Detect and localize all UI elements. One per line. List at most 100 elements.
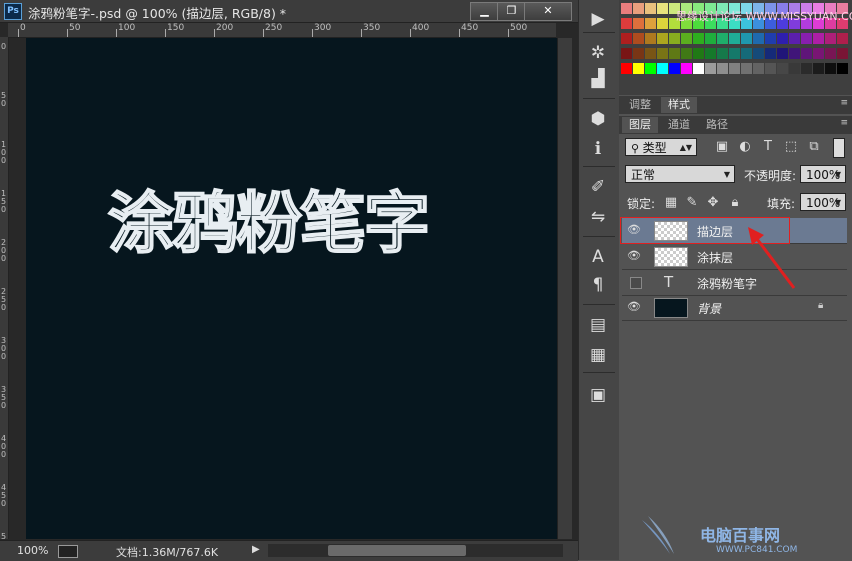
horizontal-scrollbar[interactable] xyxy=(268,544,563,557)
color-swatch[interactable] xyxy=(693,63,704,74)
color-swatch[interactable] xyxy=(825,33,836,44)
color-swatch[interactable] xyxy=(729,48,740,59)
color-swatch[interactable] xyxy=(765,48,776,59)
color-swatch[interactable] xyxy=(837,33,848,44)
color-swatch[interactable] xyxy=(705,63,716,74)
color-swatch[interactable] xyxy=(681,33,692,44)
smart-object-filter-icon[interactable]: ⧉ xyxy=(806,139,822,155)
color-swatch[interactable] xyxy=(825,48,836,59)
adjustment-filter-icon[interactable]: ◐ xyxy=(737,139,753,155)
color-swatch[interactable] xyxy=(777,63,788,74)
color-swatch[interactable] xyxy=(669,63,680,74)
vertical-ruler[interactable]: 050100150200250300350400450500 xyxy=(0,37,9,539)
color-swatch[interactable] xyxy=(621,33,632,44)
color-swatch[interactable] xyxy=(657,3,668,14)
color-swatch[interactable] xyxy=(657,63,668,74)
canvas[interactable] xyxy=(26,38,557,539)
color-swatch[interactable] xyxy=(669,33,680,44)
properties-icon[interactable]: ▤ xyxy=(587,314,609,336)
color-swatch[interactable] xyxy=(657,18,668,29)
color-swatch[interactable] xyxy=(717,33,728,44)
visibility-eye-icon[interactable]: 👁︎ xyxy=(627,300,641,314)
layer-row-smudge[interactable]: 👁︎ 涂抹层 xyxy=(622,244,847,270)
layer-row-background[interactable]: 👁︎ 背景 🔒︎ xyxy=(622,295,847,321)
color-swatch[interactable] xyxy=(801,63,812,74)
tab-layers[interactable]: 图层 xyxy=(622,117,658,133)
shape-filter-icon[interactable]: ⬚ xyxy=(783,139,799,155)
notes-icon[interactable]: ▦ xyxy=(587,344,609,366)
color-swatch[interactable] xyxy=(633,63,644,74)
color-swatch[interactable] xyxy=(621,63,632,74)
color-swatch[interactable] xyxy=(801,33,812,44)
tab-adjustments[interactable]: 调整 xyxy=(622,97,658,113)
color-swatch[interactable] xyxy=(741,33,752,44)
lock-position-icon[interactable]: ✥ xyxy=(705,195,721,211)
visibility-toggle-off[interactable] xyxy=(630,277,642,289)
panel-menu-icon[interactable]: ≡ xyxy=(840,98,848,108)
color-swatch[interactable] xyxy=(633,48,644,59)
color-swatch[interactable] xyxy=(765,33,776,44)
color-swatch[interactable] xyxy=(717,48,728,59)
color-swatch[interactable] xyxy=(645,18,656,29)
color-swatch[interactable] xyxy=(717,63,728,74)
color-swatch[interactable] xyxy=(621,3,632,14)
color-swatch[interactable] xyxy=(633,18,644,29)
tab-styles[interactable]: 样式 xyxy=(661,97,697,113)
zoom-level[interactable]: 100% xyxy=(17,544,48,557)
color-swatch[interactable] xyxy=(789,63,800,74)
color-swatch[interactable] xyxy=(705,33,716,44)
color-swatch[interactable] xyxy=(645,48,656,59)
color-swatch[interactable] xyxy=(705,48,716,59)
color-swatch[interactable] xyxy=(837,48,848,59)
paragraph-icon[interactable]: ¶ xyxy=(587,274,609,296)
horizontal-ruler[interactable]: 050100150200250300350400450500550600650 xyxy=(8,23,556,38)
histogram-icon[interactable]: ▟ xyxy=(587,68,609,90)
blend-mode-select[interactable]: 正常 ▼ xyxy=(625,165,735,183)
color-swatch[interactable] xyxy=(777,48,788,59)
opacity-field[interactable]: 100% ▼ xyxy=(800,165,846,183)
restore-button[interactable]: ❐ xyxy=(497,2,526,21)
text-filter-icon[interactable]: T xyxy=(760,139,776,155)
color-swatch[interactable] xyxy=(693,33,704,44)
swatch-icon[interactable]: ✲ xyxy=(587,42,609,64)
color-swatch[interactable] xyxy=(837,63,848,74)
status-menu-arrow-icon[interactable]: ▶ xyxy=(252,544,260,555)
color-swatch[interactable] xyxy=(645,63,656,74)
color-swatch[interactable] xyxy=(669,48,680,59)
color-swatch[interactable] xyxy=(621,48,632,59)
color-swatch[interactable] xyxy=(801,48,812,59)
color-swatch[interactable] xyxy=(789,48,800,59)
color-swatch[interactable] xyxy=(681,63,692,74)
color-swatch[interactable] xyxy=(741,63,752,74)
title-bar[interactable]: Ps 涂鸦粉笔字-.psd @ 100% (描边层, RGB/8) * ▁ ❐ … xyxy=(0,0,578,23)
filter-toggle[interactable] xyxy=(833,138,845,158)
tab-channels[interactable]: 通道 xyxy=(661,117,697,133)
image-filter-icon[interactable]: ▣ xyxy=(714,139,730,155)
tab-paths[interactable]: 路径 xyxy=(699,117,735,133)
color-swatch[interactable] xyxy=(681,48,692,59)
layer-row-text[interactable]: T 涂鸦粉笔字 xyxy=(622,270,847,296)
layer-comps-icon[interactable]: ▣ xyxy=(587,384,609,406)
brush-settings-icon[interactable]: ⇋ xyxy=(587,206,609,228)
layers-menu-icon[interactable]: ≡ xyxy=(840,118,848,128)
color-swatch[interactable] xyxy=(633,33,644,44)
color-swatch[interactable] xyxy=(753,33,764,44)
color-swatch[interactable] xyxy=(729,63,740,74)
color-swatch[interactable] xyxy=(813,63,824,74)
close-button[interactable]: ✕ xyxy=(524,2,572,21)
color-swatch[interactable] xyxy=(813,48,824,59)
color-swatch[interactable] xyxy=(789,33,800,44)
play-icon[interactable]: ▶ xyxy=(587,8,609,30)
minimize-button[interactable]: ▁ xyxy=(470,2,499,21)
color-swatch[interactable] xyxy=(645,3,656,14)
lock-image-icon[interactable]: ✎ xyxy=(684,195,700,211)
color-swatch[interactable] xyxy=(753,63,764,74)
visibility-eye-icon[interactable]: 👁︎ xyxy=(627,249,641,263)
color-swatch[interactable] xyxy=(765,63,776,74)
color-swatch[interactable] xyxy=(813,33,824,44)
color-swatch[interactable] xyxy=(741,48,752,59)
color-swatch[interactable] xyxy=(825,63,836,74)
lock-all-icon[interactable]: 🔒︎ xyxy=(727,195,743,211)
color-swatch[interactable] xyxy=(753,48,764,59)
vertical-scrollbar[interactable] xyxy=(557,38,572,539)
